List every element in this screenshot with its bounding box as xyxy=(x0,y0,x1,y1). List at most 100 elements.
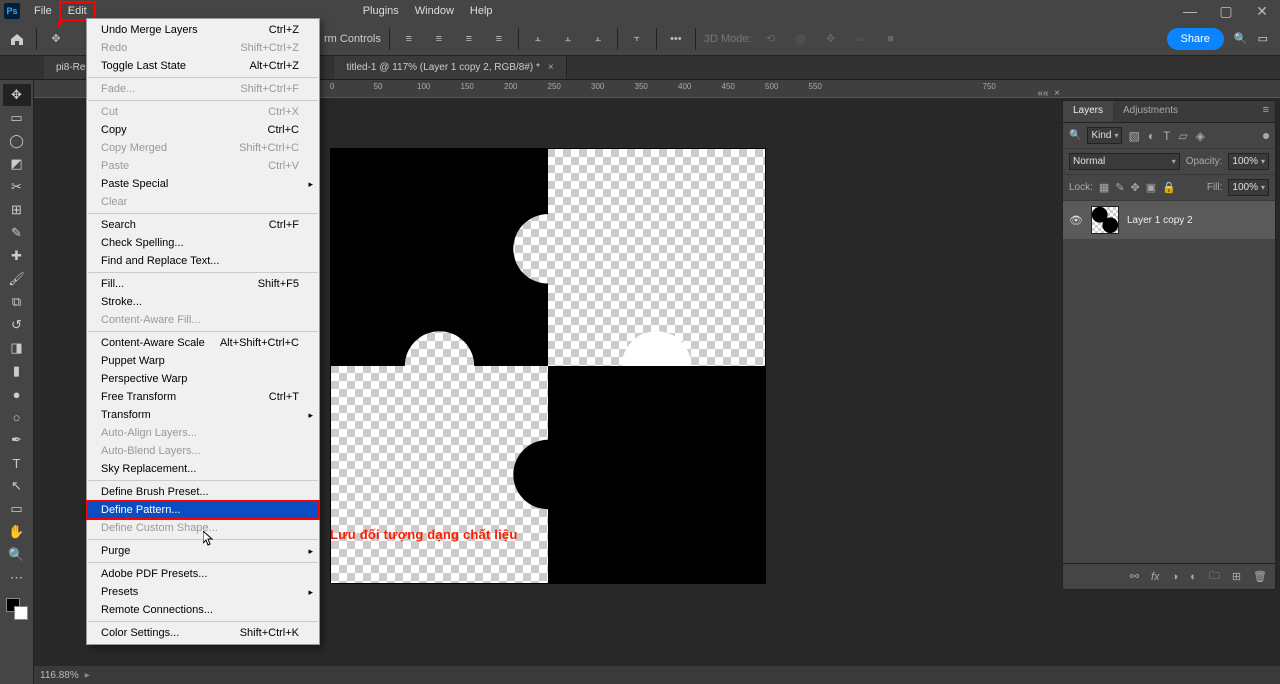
minimize-button[interactable]: — xyxy=(1172,0,1208,22)
menu-item-search[interactable]: SearchCtrl+F xyxy=(87,216,319,234)
home-button[interactable] xyxy=(6,28,28,50)
crop-tool[interactable]: ✂ xyxy=(3,176,31,198)
menu-item-toggle-last-state[interactable]: Toggle Last StateAlt+Ctrl+Z xyxy=(87,57,319,75)
document-canvas[interactable] xyxy=(330,148,766,584)
opacity-field[interactable]: 100%▾ xyxy=(1228,153,1269,170)
new-layer-icon[interactable]: ⊞ xyxy=(1232,570,1241,583)
align-top-icon[interactable]: ⫠ xyxy=(527,28,549,50)
filter-pixel-icon[interactable]: ▧ xyxy=(1128,129,1139,143)
menu-item-content-aware-scale[interactable]: Content-Aware ScaleAlt+Shift+Ctrl+C xyxy=(87,334,319,352)
dodge-tool[interactable]: ○ xyxy=(3,406,31,428)
stamp-tool[interactable]: ⧉ xyxy=(3,291,31,313)
menu-item-perspective-warp[interactable]: Perspective Warp xyxy=(87,370,319,388)
blur-tool[interactable]: ● xyxy=(3,383,31,405)
eyedropper-tool[interactable]: ✎ xyxy=(3,222,31,244)
align-center-v-icon[interactable]: ⫠ xyxy=(557,28,579,50)
blend-mode-select[interactable]: Normal▾ xyxy=(1069,153,1180,170)
filter-type-icon[interactable]: T xyxy=(1163,129,1170,143)
menu-item-stroke[interactable]: Stroke... xyxy=(87,293,319,311)
menu-item-remote-connections[interactable]: Remote Connections... xyxy=(87,601,319,619)
fill-field[interactable]: 100%▾ xyxy=(1228,179,1269,196)
marquee-tool[interactable]: ▭ xyxy=(3,107,31,129)
adjustment-layer-icon[interactable]: ◐ xyxy=(1190,571,1197,583)
menu-item-sky-replacement[interactable]: Sky Replacement... xyxy=(87,460,319,478)
menu-item-find-and-replace-text[interactable]: Find and Replace Text... xyxy=(87,252,319,270)
edit-toolbar[interactable]: ⋯ xyxy=(3,567,31,589)
menu-item-adobe-pdf-presets[interactable]: Adobe PDF Presets... xyxy=(87,565,319,583)
menu-item-color-settings[interactable]: Color Settings...Shift+Ctrl+K xyxy=(87,624,319,642)
menu-item-copy[interactable]: CopyCtrl+C xyxy=(87,121,319,139)
menu-item-define-brush-preset[interactable]: Define Brush Preset... xyxy=(87,483,319,501)
menu-window[interactable]: Window xyxy=(407,2,462,20)
menu-help[interactable]: Help xyxy=(462,2,501,20)
move-tool-icon[interactable]: ✥ xyxy=(45,28,67,50)
visibility-icon[interactable]: 👁 xyxy=(1069,214,1083,227)
align-left-icon[interactable]: ≡ xyxy=(398,28,420,50)
path-select-tool[interactable]: ↖ xyxy=(3,475,31,497)
lock-position-icon[interactable]: ✥ xyxy=(1131,181,1140,194)
align-center-h-icon[interactable]: ≡ xyxy=(428,28,450,50)
menu-item-paste-special[interactable]: Paste Special xyxy=(87,175,319,193)
status-chevron-icon[interactable]: ▸ xyxy=(85,670,90,681)
search-icon[interactable]: 🔍 xyxy=(1234,32,1248,45)
align-bottom-icon[interactable]: ⫠ xyxy=(587,28,609,50)
object-select-tool[interactable]: ◩ xyxy=(3,153,31,175)
gradient-tool[interactable]: ▮ xyxy=(3,360,31,382)
document-tab[interactable]: titled-1 @ 117% (Layer 1 copy 2, RGB/8#)… xyxy=(334,56,566,79)
move-tool[interactable]: ✥ xyxy=(3,84,31,106)
filter-adjust-icon[interactable]: ◐ xyxy=(1148,129,1155,143)
menu-plugins[interactable]: Plugins xyxy=(355,2,407,20)
distribute-icon[interactable]: ⫟ xyxy=(626,28,648,50)
align-justify-icon[interactable]: ≡ xyxy=(488,28,510,50)
history-brush-tool[interactable]: ↺ xyxy=(3,314,31,336)
fx-icon[interactable]: fx xyxy=(1151,571,1160,583)
eraser-tool[interactable]: ◨ xyxy=(3,337,31,359)
more-icon[interactable]: ••• xyxy=(665,28,687,50)
menu-file[interactable]: File xyxy=(26,2,60,20)
workspace-icon[interactable]: ▭ xyxy=(1258,32,1268,45)
pen-tool[interactable]: ✒ xyxy=(3,429,31,451)
menu-item-transform[interactable]: Transform xyxy=(87,406,319,424)
filter-smart-icon[interactable]: ◈ xyxy=(1196,129,1205,143)
lasso-tool[interactable]: ◯ xyxy=(3,130,31,152)
zoom-level[interactable]: 116.88% xyxy=(40,670,79,681)
group-icon[interactable]: 🗀 xyxy=(1209,567,1220,586)
zoom-tool[interactable]: 🔍 xyxy=(3,544,31,566)
maximize-button[interactable]: ▢ xyxy=(1208,0,1244,22)
link-layers-icon[interactable]: ⚯ xyxy=(1130,570,1139,583)
color-swatches[interactable] xyxy=(6,598,28,620)
lock-artboard-icon[interactable]: ▣ xyxy=(1146,181,1156,194)
type-tool[interactable]: T xyxy=(3,452,31,474)
close-window-button[interactable]: ✕ xyxy=(1244,0,1280,22)
healing-tool[interactable]: ✚ xyxy=(3,245,31,267)
tab-adjustments[interactable]: Adjustments xyxy=(1113,101,1188,122)
filter-shape-icon[interactable]: ▱ xyxy=(1178,129,1187,143)
tab-layers[interactable]: Layers xyxy=(1063,101,1113,122)
collapse-panel-strip[interactable]: «« × xyxy=(1037,88,1060,99)
rectangle-tool[interactable]: ▭ xyxy=(3,498,31,520)
menu-item-undo-merge-layers[interactable]: Undo Merge LayersCtrl+Z xyxy=(87,21,319,39)
align-right-icon[interactable]: ≡ xyxy=(458,28,480,50)
frame-tool[interactable]: ⊞ xyxy=(3,199,31,221)
lock-transparency-icon[interactable]: ▦ xyxy=(1099,181,1109,194)
background-color[interactable] xyxy=(14,606,28,620)
close-tab-icon[interactable]: × xyxy=(548,62,554,73)
hand-tool[interactable]: ✋ xyxy=(3,521,31,543)
menu-item-fill[interactable]: Fill...Shift+F5 xyxy=(87,275,319,293)
filter-toggle[interactable] xyxy=(1263,133,1269,139)
share-button[interactable]: Share xyxy=(1167,28,1224,50)
menu-item-presets[interactable]: Presets xyxy=(87,583,319,601)
layer-thumbnail[interactable] xyxy=(1091,206,1119,234)
panel-menu-icon[interactable]: ≡ xyxy=(1257,101,1275,122)
layer-row[interactable]: 👁 Layer 1 copy 2 xyxy=(1063,201,1275,239)
mask-icon[interactable]: ◑ xyxy=(1172,571,1179,583)
menu-item-puppet-warp[interactable]: Puppet Warp xyxy=(87,352,319,370)
lock-all-icon[interactable]: 🔒 xyxy=(1162,181,1176,194)
brush-tool[interactable]: 🖌 xyxy=(3,268,31,290)
menu-item-check-spelling[interactable]: Check Spelling... xyxy=(87,234,319,252)
menu-item-define-pattern[interactable]: Define Pattern... xyxy=(87,501,319,519)
lock-pixels-icon[interactable]: ✎ xyxy=(1115,181,1124,194)
filter-kind-select[interactable]: Kind ▾ xyxy=(1087,127,1122,144)
delete-layer-icon[interactable]: 🗑 xyxy=(1253,570,1267,583)
menu-item-free-transform[interactable]: Free TransformCtrl+T xyxy=(87,388,319,406)
